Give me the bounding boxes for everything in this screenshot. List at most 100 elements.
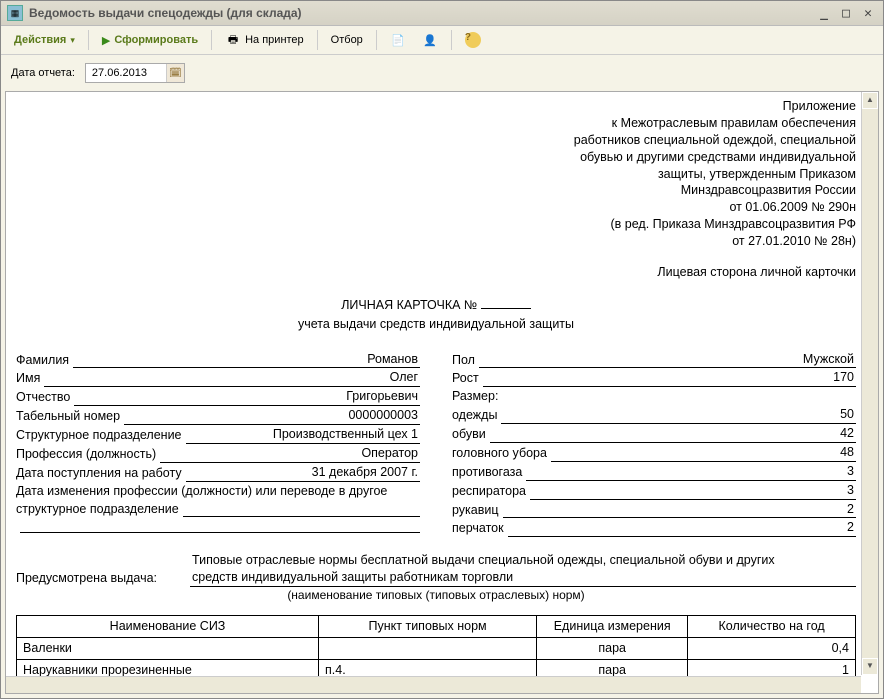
header-line: (в ред. Приказа Минздравсоцразвития РФ <box>16 216 856 233</box>
field-label: респиратора <box>452 483 526 500</box>
header-line: Приложение <box>16 98 856 115</box>
field-label: Пол <box>452 352 475 369</box>
field-value: Мужской <box>479 351 856 369</box>
card-number-blank <box>481 295 531 309</box>
col-header: Наименование СИЗ <box>17 616 319 638</box>
calendar-button[interactable]: 🗓 <box>166 64 184 82</box>
header-line: защиты, утвержденным Приказом <box>16 166 856 183</box>
tool-button-1[interactable]: 📄 <box>383 29 413 51</box>
toolbar-separator <box>211 30 212 50</box>
filter-button[interactable]: Отбор <box>324 31 370 49</box>
play-icon: ▶ <box>102 34 110 47</box>
user-icon: 👤 <box>422 32 438 48</box>
report-date-input[interactable] <box>86 65 166 81</box>
report-area: Приложение к Межотраслевым правилам обес… <box>5 91 879 694</box>
horizontal-scrollbar[interactable] <box>6 676 861 693</box>
cell-name: Валенки <box>17 638 319 660</box>
col-header: Пункт типовых норм <box>319 616 537 638</box>
scroll-up-button[interactable]: ▲ <box>862 92 878 109</box>
window-title: Ведомость выдачи спецодежды (для склада) <box>29 6 815 20</box>
field-value: Григорьевич <box>74 388 420 406</box>
tool-button-2[interactable]: 👤 <box>415 29 445 51</box>
field-label: Имя <box>16 370 40 387</box>
toolbar-separator <box>376 30 377 50</box>
print-button[interactable]: 🖶 На принтер <box>218 29 311 51</box>
filter-label: Отбор <box>331 34 363 46</box>
issue-note: (наименование типовых (типовых отраслевы… <box>16 587 856 603</box>
scroll-down-button[interactable]: ▼ <box>862 658 878 675</box>
header-line: к Межотраслевым правилам обеспечения <box>16 115 856 132</box>
actions-label: Действия <box>14 34 66 46</box>
calendar-icon: 🗓 <box>169 68 182 79</box>
field-value-empty <box>183 502 420 517</box>
toolbar: Действия ▾ ▶ Сформировать 🖶 На принтер О… <box>1 26 883 55</box>
field-value: Романов <box>73 351 420 369</box>
toolbar-separator <box>88 30 89 50</box>
vertical-scrollbar[interactable]: ▲ ▼ <box>861 92 878 675</box>
field-label: перчаток <box>452 520 504 537</box>
cell-punkt <box>319 638 537 660</box>
regulation-header: Приложение к Межотраслевым правилам обес… <box>16 98 856 250</box>
issue-line2: средств индивидуальной защиты работникам… <box>190 569 856 587</box>
field-value: 2 <box>508 519 856 537</box>
field-label: Профессия (должность) <box>16 446 156 463</box>
field-label: одежды <box>452 407 497 424</box>
date-input-wrapper: 🗓 <box>85 63 185 83</box>
field-value: 0000000003 <box>124 407 420 425</box>
print-label: На принтер <box>245 34 304 46</box>
help-button[interactable]: ? <box>458 29 488 51</box>
form-label: Сформировать <box>114 34 198 46</box>
field-value: 170 <box>483 369 856 387</box>
header-line: от 27.01.2010 № 28н) <box>16 233 856 250</box>
field-value: Оператор <box>160 445 420 463</box>
form-button[interactable]: ▶ Сформировать <box>95 31 205 50</box>
right-column: ПолМужской Рост170 Размер: одежды50 обув… <box>452 351 856 539</box>
cell-qty: 0,4 <box>688 638 856 660</box>
field-label: Дата поступления на работу <box>16 465 182 482</box>
close-button[interactable]: ✕ <box>859 5 877 21</box>
field-label: обуви <box>452 426 486 443</box>
document-subtitle: учета выдачи средств индивидуальной защи… <box>16 316 856 333</box>
table-row: Валенки пара 0,4 <box>17 638 856 660</box>
date-label: Дата отчета: <box>11 67 75 79</box>
minimize-button[interactable]: _ <box>815 5 833 21</box>
field-value: Производственный цех 1 <box>186 426 420 444</box>
toolbar-separator <box>451 30 452 50</box>
col-header: Единица измерения <box>537 616 688 638</box>
maximize-button[interactable]: □ <box>837 5 855 21</box>
params-bar: Дата отчета: 🗓 <box>1 55 883 91</box>
page-icon: 📄 <box>390 32 406 48</box>
dropdown-icon: ▾ <box>70 35 75 46</box>
doc-title-prefix: ЛИЧНАЯ КАРТОЧКА № <box>341 298 481 312</box>
field-label: Фамилия <box>16 352 69 369</box>
issue-line1: Типовые отраслевые нормы бесплатной выда… <box>190 552 856 569</box>
field-value: 42 <box>490 425 856 443</box>
field-value: 31 декабря 2007 г. <box>186 464 420 482</box>
field-label: противогаза <box>452 464 522 481</box>
field-label: головного убора <box>452 445 547 462</box>
col-header: Количество на год <box>688 616 856 638</box>
document-title: ЛИЧНАЯ КАРТОЧКА № <box>16 295 856 314</box>
field-value: Олег <box>44 369 420 387</box>
actions-menu[interactable]: Действия ▾ <box>7 31 82 49</box>
header-line: Минздравсоцразвития России <box>16 182 856 199</box>
header-line: от 01.06.2009 № 290н <box>16 199 856 216</box>
field-label: Табельный номер <box>16 408 120 425</box>
field-label: рукавиц <box>452 502 499 519</box>
table-header-row: Наименование СИЗ Пункт типовых норм Един… <box>17 616 856 638</box>
cell-unit: пара <box>537 638 688 660</box>
field-value-empty <box>20 518 420 533</box>
left-column: ФамилияРоманов ИмяОлег ОтчествоГригорьев… <box>16 351 420 539</box>
field-value: 2 <box>503 501 856 519</box>
app-icon: ▦ <box>7 5 23 21</box>
titlebar: ▦ Ведомость выдачи спецодежды (для склад… <box>1 1 883 26</box>
field-label: Рост <box>452 370 479 387</box>
header-line: обувью и другими средствами индивидуальн… <box>16 149 856 166</box>
field-label: Структурное подразделение <box>16 427 182 444</box>
field-value: 50 <box>501 406 856 424</box>
multiline-label: Дата изменения профессии (должности) или… <box>16 483 387 500</box>
card-side-label: Лицевая сторона личной карточки <box>16 264 856 281</box>
printer-icon: 🖶 <box>225 32 241 48</box>
field-value: 3 <box>526 463 856 481</box>
header-line: работников специальной одеждой, специаль… <box>16 132 856 149</box>
